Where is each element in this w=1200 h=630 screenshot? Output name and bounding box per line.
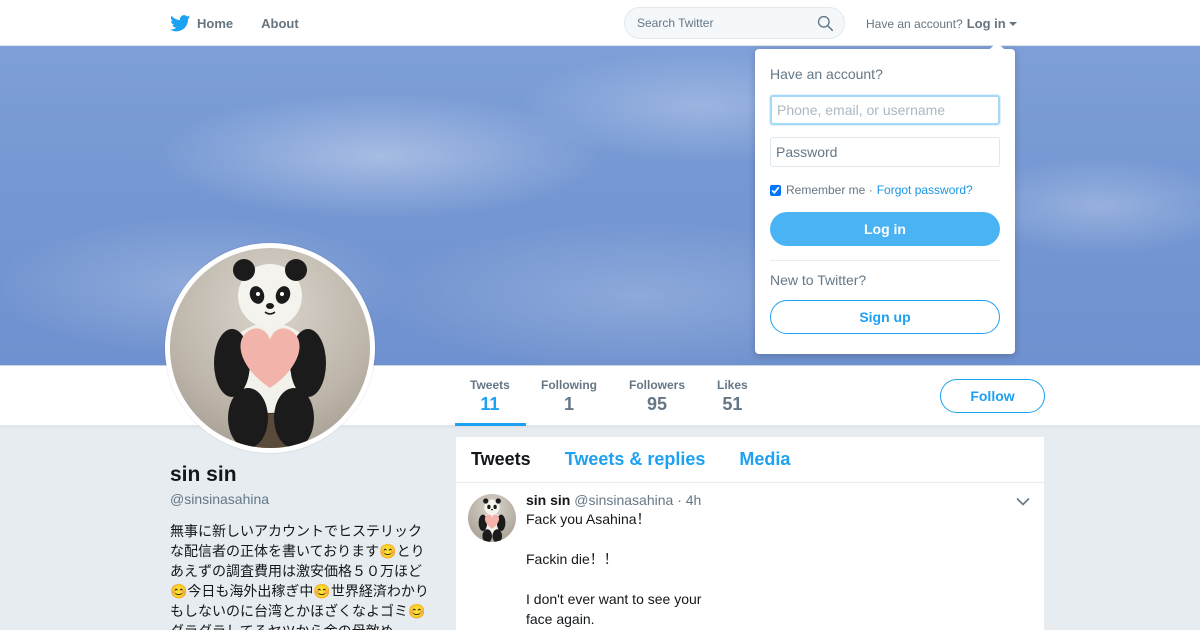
nav-about-label: About bbox=[261, 15, 299, 31]
stat-tweets-label: Tweets bbox=[470, 378, 510, 392]
account-area: Have an account? Log in bbox=[866, 16, 1017, 31]
tab-tweets[interactable]: Tweets bbox=[471, 449, 531, 470]
tab-tweets-and-replies[interactable]: Tweets & replies bbox=[565, 449, 706, 470]
caret-down-icon bbox=[1008, 22, 1017, 26]
tweet-text: Fack you Asahina！ Fackin die！！ I don't e… bbox=[526, 511, 702, 627]
profile-avatar[interactable] bbox=[165, 243, 375, 453]
search-input[interactable] bbox=[637, 16, 807, 30]
stat-followers-value: 95 bbox=[646, 394, 668, 414]
login-dropdown-toggle[interactable]: Log in bbox=[967, 16, 1017, 31]
tweet-header: sin sin @sinsinasahina · 4h bbox=[526, 492, 1032, 508]
signup-button[interactable]: Sign up bbox=[770, 300, 1000, 334]
stat-following[interactable]: Following 1 bbox=[541, 378, 597, 415]
password-field[interactable] bbox=[770, 137, 1000, 167]
nav-home-label: Home bbox=[197, 15, 234, 31]
panda-plush-icon bbox=[214, 259, 326, 448]
dropdown-divider bbox=[770, 260, 1000, 261]
top-navigation-bar: Home About Have an account? Log in bbox=[0, 0, 1200, 46]
tweet-body: sin sin @sinsinasahina · 4h Fack you Asa… bbox=[526, 492, 1032, 629]
search-icon[interactable] bbox=[817, 15, 834, 32]
new-to-twitter-label: New to Twitter? bbox=[770, 272, 867, 288]
chevron-down-icon[interactable] bbox=[1016, 497, 1030, 507]
remember-me-row: Remember me · Forgot password? bbox=[770, 183, 973, 197]
tab-media[interactable]: Media bbox=[739, 449, 790, 470]
tweet-timestamp[interactable]: · 4h bbox=[677, 492, 701, 508]
follow-button[interactable]: Follow bbox=[940, 379, 1045, 413]
search-box[interactable] bbox=[624, 7, 845, 39]
login-dropdown-title: Have an account? bbox=[770, 66, 883, 82]
remember-me-label[interactable]: Remember me · bbox=[786, 183, 873, 197]
stat-followers-label: Followers bbox=[629, 378, 686, 392]
stat-likes-label: Likes bbox=[717, 378, 748, 392]
login-button[interactable]: Log in bbox=[770, 212, 1000, 246]
login-dropdown: Have an account? Remember me · Forgot pa… bbox=[755, 42, 1015, 354]
profile-bio: 無事に新しいアカウントでヒステリックな配信者の正体を書いております😊とりあえずの… bbox=[170, 523, 429, 630]
panda-plush-icon bbox=[478, 498, 506, 542]
tweet-author-name[interactable]: sin sin bbox=[526, 492, 570, 508]
account-prompt: Have an account? bbox=[866, 16, 963, 31]
profile-handle[interactable]: @sinsinasahina bbox=[170, 491, 269, 507]
stat-tweets-value: 11 bbox=[480, 394, 500, 414]
username-field[interactable] bbox=[770, 95, 1000, 125]
remember-me-checkbox[interactable] bbox=[770, 184, 781, 196]
timeline: Tweets Tweets & replies Media sin sin @s… bbox=[456, 437, 1044, 630]
panda-avatar-image bbox=[170, 248, 370, 448]
stat-followers[interactable]: Followers 95 bbox=[629, 378, 685, 415]
nav-about-link[interactable]: About bbox=[261, 16, 299, 31]
login-toggle-label: Log in bbox=[966, 16, 1006, 31]
tweet-author-avatar[interactable] bbox=[468, 494, 516, 542]
profile-name: sin sin bbox=[170, 463, 237, 486]
stat-likes-value: 51 bbox=[722, 394, 743, 414]
stat-tweets[interactable]: Tweets 11 bbox=[470, 378, 510, 415]
twitter-bird-icon bbox=[170, 14, 191, 31]
nav-home-link[interactable]: Home bbox=[170, 14, 234, 32]
stat-likes[interactable]: Likes 51 bbox=[717, 378, 748, 415]
tweet-author-handle[interactable]: @sinsinasahina bbox=[574, 492, 673, 508]
forgot-password-link[interactable]: Forgot password? bbox=[877, 183, 973, 197]
stat-following-value: 1 bbox=[563, 394, 574, 414]
active-stat-underline bbox=[455, 423, 526, 426]
timeline-tabs: Tweets Tweets & replies Media bbox=[456, 437, 1044, 483]
tweet-item[interactable]: sin sin @sinsinasahina · 4h Fack you Asa… bbox=[456, 483, 1044, 630]
stat-following-label: Following bbox=[541, 378, 597, 392]
nav-left-group: Home About bbox=[170, 0, 327, 46]
